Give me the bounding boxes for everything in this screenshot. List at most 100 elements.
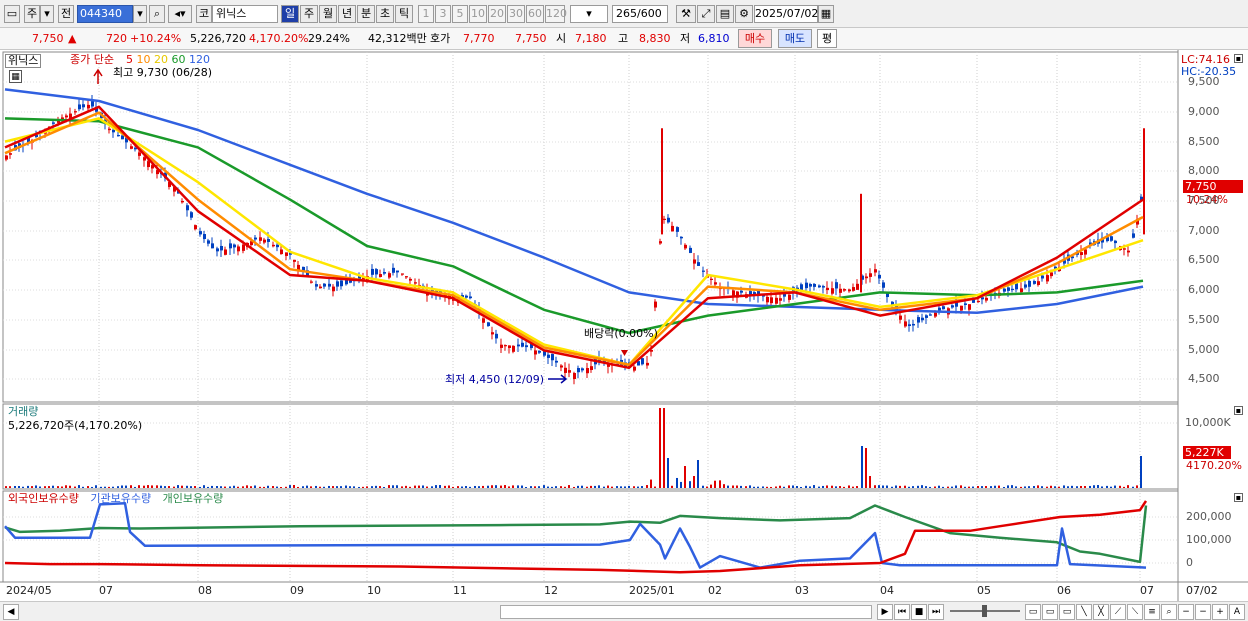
count-field[interactable]: 265/600 [612,5,668,23]
minus-icon[interactable]: − [1195,604,1211,620]
candle-body [917,317,920,323]
period-button[interactable]: 일 [281,5,299,23]
market-button[interactable]: 주 [24,5,40,23]
volume-bar [878,485,880,488]
volume-bar [779,485,781,488]
zoom-out-icon[interactable]: − [1178,604,1194,620]
volume-bar [985,486,987,488]
ma-legend: 5 10 20 60 120 [126,54,210,66]
volume-bar [835,486,837,488]
volume-bar [444,485,446,488]
minute-button[interactable]: 30 [507,5,525,23]
stop-icon[interactable]: ■ [911,604,927,620]
minute-button[interactable]: 3 [435,5,451,23]
volume-bar [1136,485,1138,488]
market-dropdown-icon[interactable]: ▾ [40,5,54,23]
search-chart-icon[interactable]: ⌕ [1161,604,1177,620]
draw-line-icon-3[interactable]: ⟋ [1110,604,1126,620]
volume-bar [586,486,588,488]
minute-button[interactable]: 1 [418,5,434,23]
candle-body [680,236,683,239]
holding-close-icon[interactable]: ▪ [1234,493,1243,502]
volume-bar [839,486,841,488]
volume-bar [95,485,97,488]
period-button[interactable]: 월 [319,5,337,23]
period-dropdown[interactable]: ▾ [570,5,608,23]
date-field[interactable]: 2025/07/02 [754,5,818,23]
volume-bar [534,486,536,488]
scroll-right-icon[interactable]: ▶ [877,604,893,620]
dividend-marker-icon [621,350,628,356]
draw-line-icon-2[interactable]: ╳ [1093,604,1109,620]
market-type-button[interactable]: 코 [196,5,212,23]
volume-bar [474,485,476,488]
volume-bar [1024,486,1026,488]
stock-name-field[interactable]: 위닉스 [212,5,278,23]
candle-body [371,268,374,275]
calendar-icon[interactable]: ▦ [818,5,834,23]
period-button[interactable]: 분 [357,5,375,23]
sell-button[interactable]: 매도 [778,29,812,48]
speaker-icon[interactable]: ◂▾ [168,5,192,23]
panel-name[interactable]: 위닉스 [5,54,42,68]
minute-button[interactable]: 5 [452,5,468,23]
code-dropdown-icon[interactable]: ▾ [133,5,147,23]
zoom-in-icon[interactable]: + [1212,604,1228,620]
volume-bar [1114,485,1116,488]
search-icon[interactable]: ⌕ [149,5,165,23]
candle-body [848,289,851,292]
minute-button[interactable]: 10 [469,5,487,23]
period-button[interactable]: 년 [338,5,356,23]
period-button[interactable]: 초 [376,5,394,23]
view-icon-1[interactable]: ▭ [1025,604,1041,620]
volume-close-icon[interactable]: ▪ [1234,406,1243,415]
candle-body [517,344,520,347]
save-icon[interactable]: ▤ [716,5,734,23]
draw-line-icon-5[interactable]: ≡ [1144,604,1160,620]
scroll-thumb[interactable] [500,605,872,619]
candle-body [186,205,189,211]
minute-button[interactable]: 120 [545,5,567,23]
view-icon-3[interactable]: ▭ [1059,604,1075,620]
font-size-icon[interactable]: A [1229,604,1245,620]
period-button[interactable]: 틱 [395,5,413,23]
volume-y-tick: 10,000K [1185,416,1231,429]
prev-button[interactable]: 전 [58,5,74,23]
eval-button[interactable]: 평 [817,29,837,48]
draw-icon[interactable]: ⤢ [697,5,715,23]
candle-body [1110,236,1113,241]
quote-open-label: 시 [556,32,567,45]
tools-icon[interactable]: ⚒ [676,5,696,23]
quote-bid2: 7,750 [515,32,547,45]
code-input[interactable]: 044340 [77,5,133,23]
chart-area[interactable]: 위닉스 종가 단순 5 10 20 60 120 ▦ 최고 9,730 (06/… [0,50,1248,601]
volume-bar [667,458,669,488]
volume-bar [637,486,639,488]
volume-bar [306,485,308,488]
period-button[interactable]: 주 [300,5,318,23]
volume-bar [856,486,858,488]
volume-bar [199,486,201,488]
first-page-icon[interactable]: ⏮ [894,604,910,620]
buy-button[interactable]: 매수 [738,29,772,48]
candle-body [856,283,859,290]
scroll-left-icon[interactable]: ◀ [3,604,19,620]
draw-line-icon-1[interactable]: ╲ [1076,604,1092,620]
volume-bar [994,485,996,488]
chart-scrollbar[interactable]: ◀ ▶ ⏮ ■ ⏭ ▭ ▭ ▭ ╲ ╳ ⟋ ⟍ ≡ ⌕ − − + A [0,601,1248,621]
last-page-icon[interactable]: ⏭ [928,604,944,620]
settings-icon[interactable]: ⚙ [735,5,753,23]
price-close-icon[interactable]: ▪ [1234,54,1243,63]
window-menu-icon[interactable]: ▭ [4,5,20,23]
minute-button[interactable]: 20 [488,5,506,23]
view-icon-2[interactable]: ▭ [1042,604,1058,620]
zoom-slider-handle[interactable] [982,605,987,617]
chart-canvas[interactable] [0,50,1248,601]
dividend-note: 배당락(0.00%) [584,327,658,340]
volume-bar [216,486,218,488]
volume-bar [874,485,876,488]
minute-button[interactable]: 60 [526,5,544,23]
grid-icon[interactable]: ▦ [9,70,22,83]
draw-line-icon-4[interactable]: ⟍ [1127,604,1143,620]
ma-legend-60: 60 [171,53,186,66]
